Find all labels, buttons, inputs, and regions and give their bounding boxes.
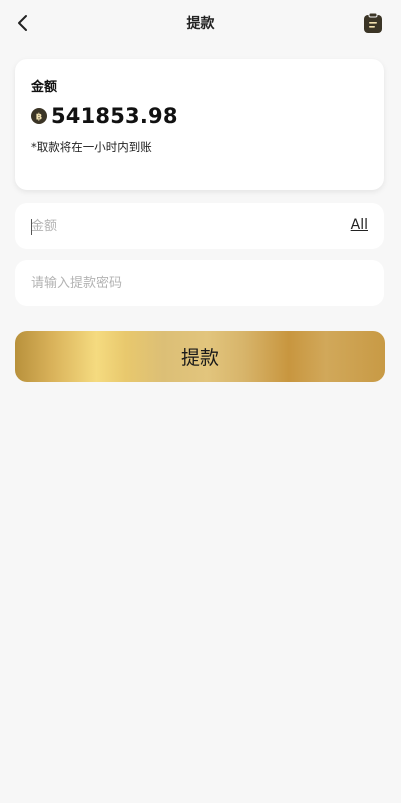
withdraw-password-input[interactable] xyxy=(31,260,321,306)
withdraw-button[interactable]: 提款 xyxy=(15,331,385,382)
all-amount-button[interactable]: All xyxy=(351,217,368,233)
balance-label: 金额 xyxy=(31,80,58,95)
baht-coin-icon: ฿ xyxy=(31,108,47,124)
withdraw-records-button[interactable] xyxy=(363,12,383,34)
amount-field: All xyxy=(15,203,384,249)
arrival-notice: *取款将在一小时内到账 xyxy=(31,140,152,154)
password-field xyxy=(15,260,384,306)
balance-card: 金额 ฿ 541853.98 *取款将在一小时内到账 xyxy=(15,59,384,190)
svg-text:฿: ฿ xyxy=(36,113,42,123)
page-title: 提款 xyxy=(186,16,215,32)
top-bar: 提款 xyxy=(0,0,401,46)
clipboard-icon xyxy=(364,12,382,33)
amount-input[interactable] xyxy=(31,203,321,249)
balance-amount: 541853.98 xyxy=(51,104,178,128)
text-cursor xyxy=(31,219,32,235)
withdraw-button-label: 提款 xyxy=(180,347,219,369)
